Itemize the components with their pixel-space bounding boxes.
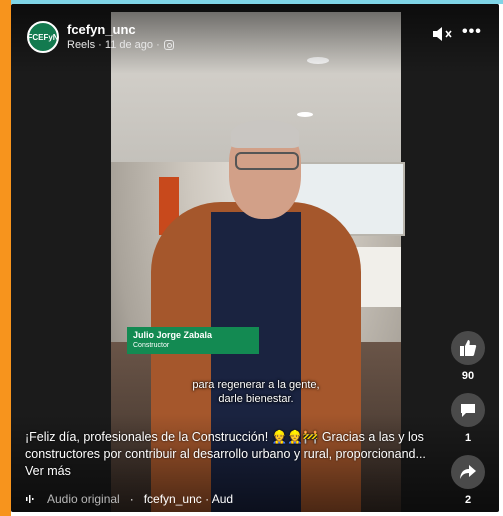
comment-count: 1 <box>464 432 472 444</box>
subtitle-line-1: para regenerar a la gente, <box>192 379 320 391</box>
audio-row[interactable]: Audio original · fcefyn_unc · Aud <box>25 492 233 506</box>
audio-separator: · <box>129 492 134 506</box>
lower-third-role: Constructor <box>133 342 170 349</box>
person-glasses <box>235 152 299 170</box>
comment-icon <box>461 404 475 417</box>
share-icon <box>460 465 476 479</box>
like-action[interactable]: 90 <box>451 331 485 382</box>
username-link[interactable]: fcefyn_unc <box>67 22 136 37</box>
instagram-icon <box>163 40 174 50</box>
post-caption: ¡Feliz día, profesionales de la Construc… <box>25 429 430 480</box>
reel-card[interactable]: FCEFyN fcefyn_unc Reels · 11 de ago · ••… <box>11 4 499 512</box>
share-action[interactable]: 2 <box>451 455 485 506</box>
subtitle-line-2: darle bienestar. <box>218 393 294 405</box>
more-icon[interactable]: ••• <box>462 24 482 40</box>
post-meta-text[interactable]: Reels · 11 de ago · <box>67 39 160 51</box>
like-icon <box>460 340 477 356</box>
audio-label[interactable]: Audio original <box>47 492 120 506</box>
caption-text: ¡Feliz día, profesionales de la Construc… <box>25 430 426 461</box>
see-more-link[interactable]: Ver más <box>25 464 71 478</box>
name-lower-third: Julio Jorge Zabala Constructor <box>127 327 259 354</box>
person-hair <box>231 120 299 148</box>
like-count: 90 <box>461 370 475 382</box>
orange-side-strip <box>0 0 11 516</box>
comment-action[interactable]: 1 <box>451 393 485 444</box>
post-header: FCEFyN fcefyn_unc Reels · 11 de ago · ••… <box>11 4 499 74</box>
lower-third-name: Julio Jorge Zabala <box>133 330 213 340</box>
avatar[interactable]: FCEFyN <box>27 21 59 53</box>
audio-source[interactable]: fcefyn_unc · Aud <box>144 492 233 506</box>
audio-wave-icon <box>26 495 34 503</box>
ceiling-light <box>297 112 313 117</box>
mute-icon[interactable] <box>431 24 455 44</box>
post-meta: Reels · 11 de ago · <box>67 39 174 51</box>
comment-button[interactable] <box>451 393 485 427</box>
share-button[interactable] <box>451 455 485 489</box>
like-button[interactable] <box>451 331 485 365</box>
video-subtitle: para regenerar a la gente, darle bienest… <box>161 378 351 406</box>
share-count: 2 <box>464 494 472 506</box>
